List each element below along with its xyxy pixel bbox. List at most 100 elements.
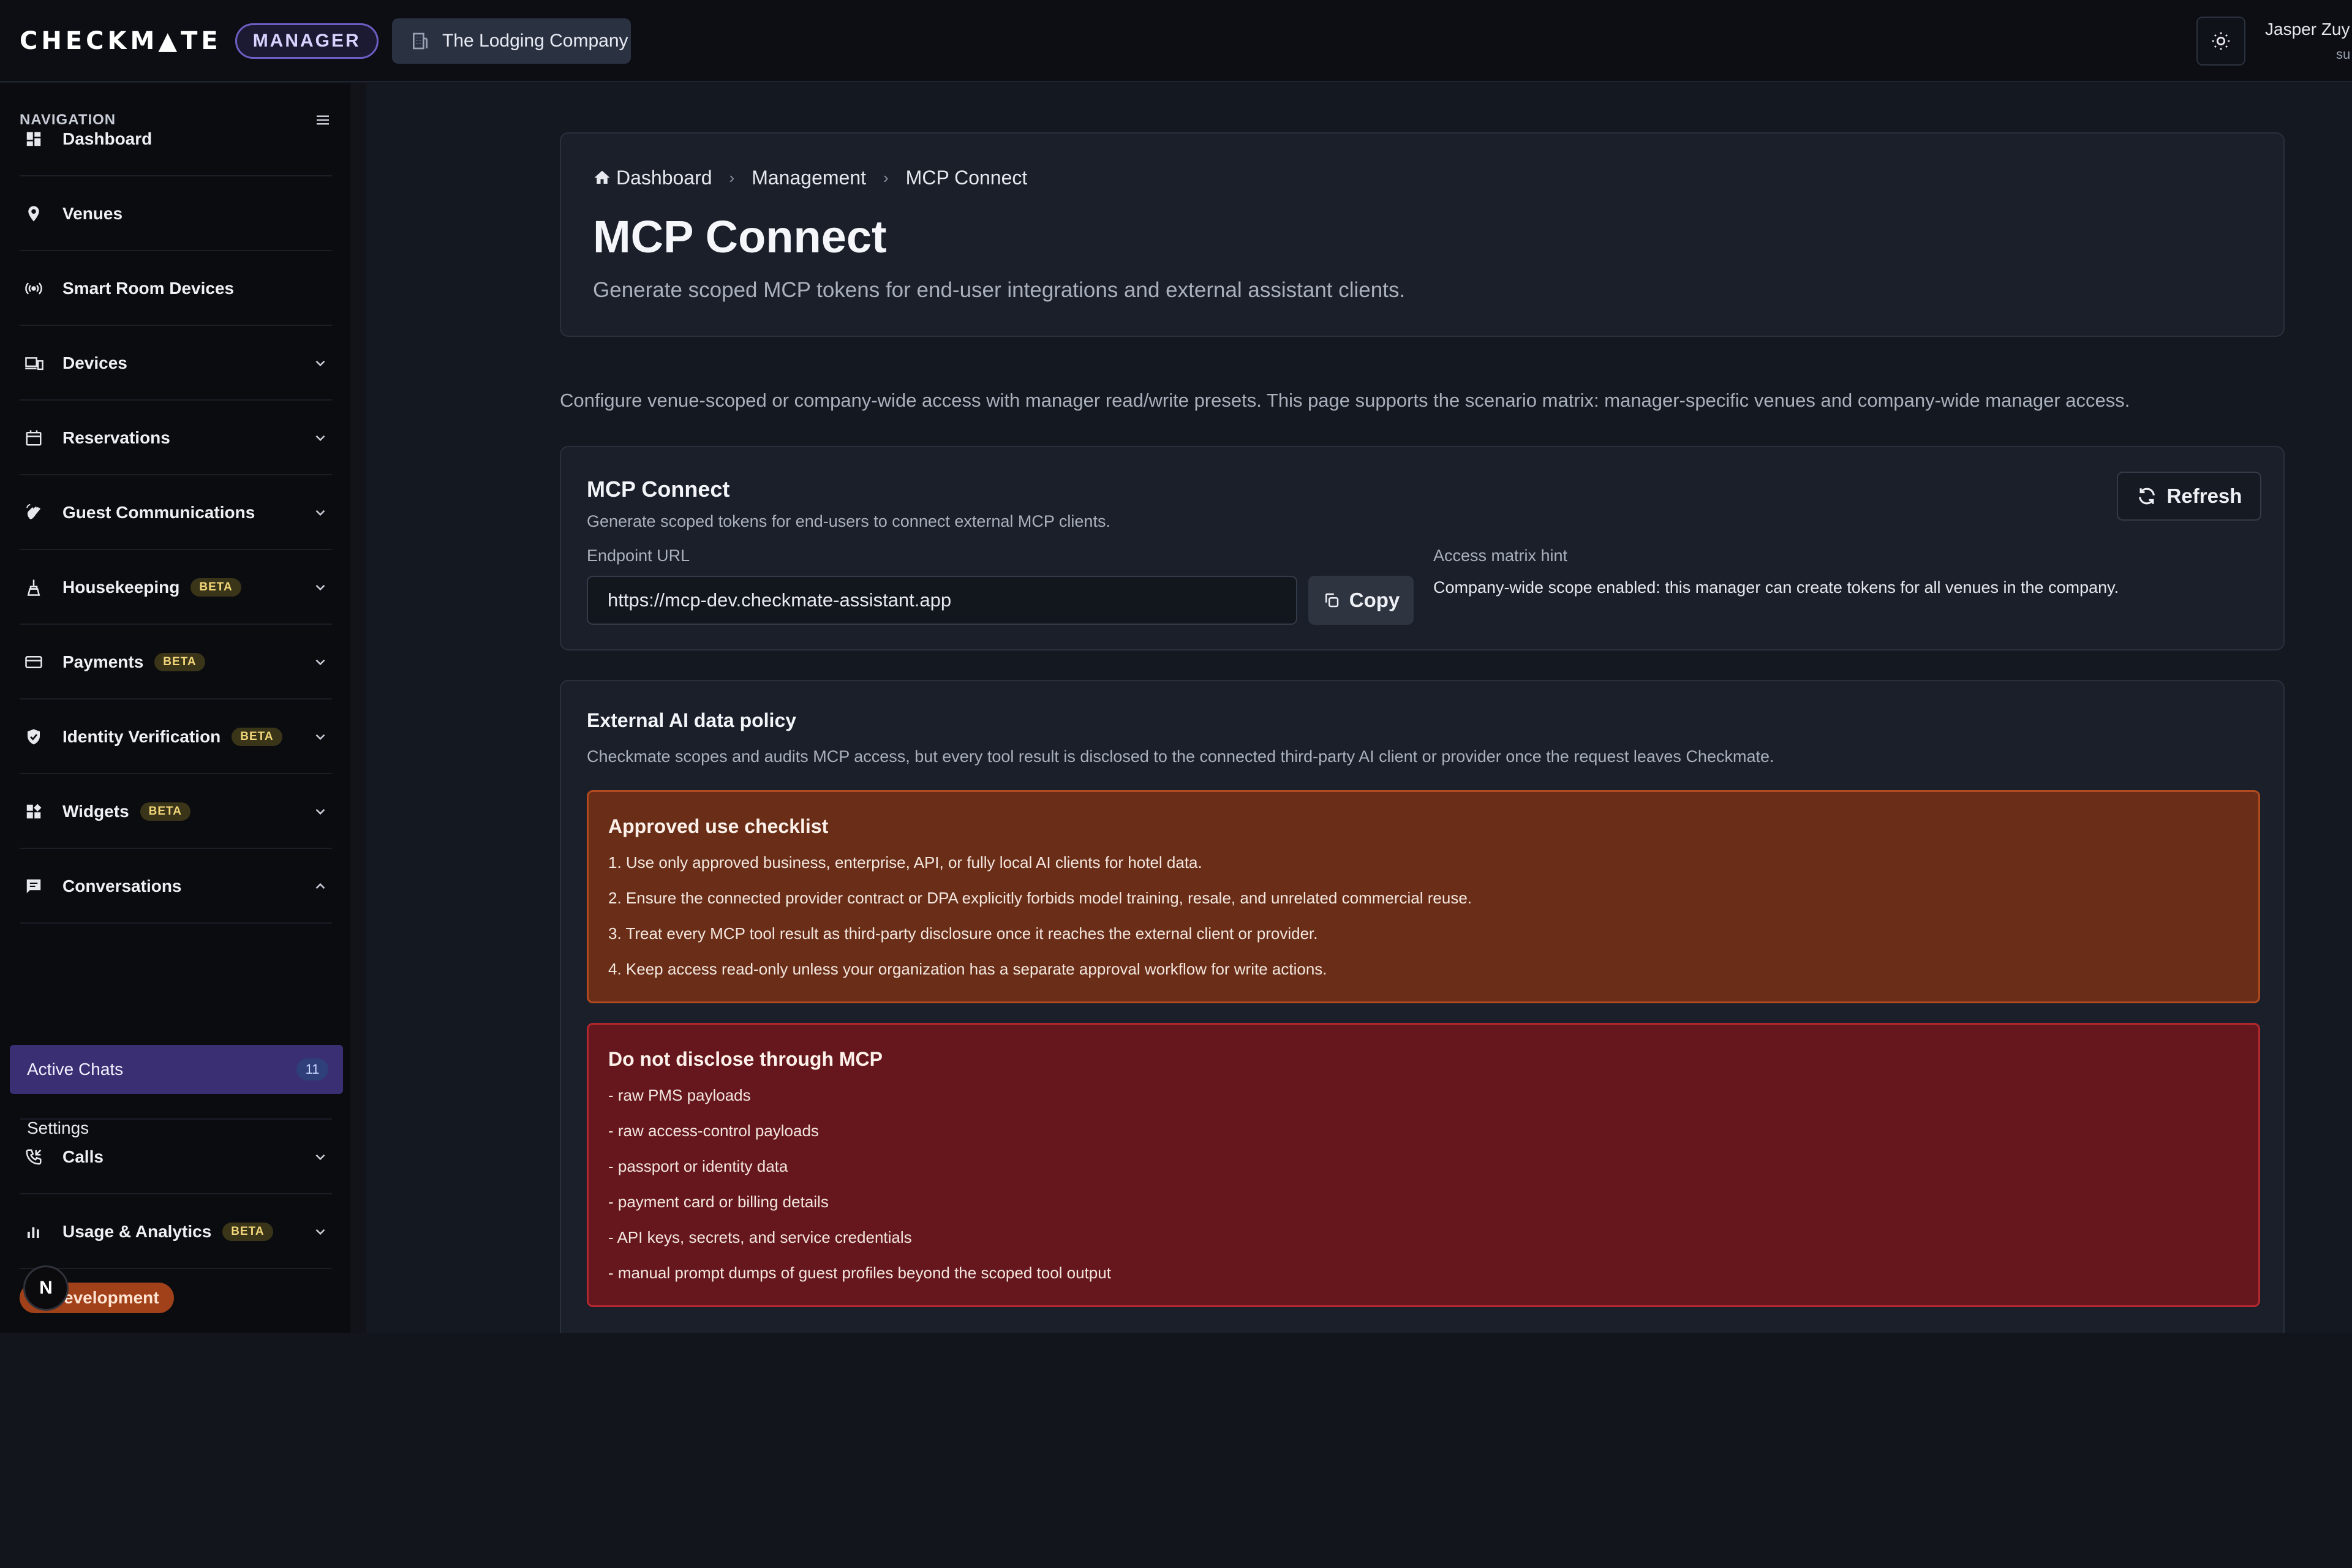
refresh-icon xyxy=(2138,488,2155,505)
refresh-button[interactable]: Refresh xyxy=(2117,472,2261,521)
sidebar-item-conversations[interactable]: Conversations xyxy=(20,850,332,924)
approved-use-checklist: Approved use checklist 1. Use only appro… xyxy=(587,790,2260,1003)
sidebar-scrollbar-track[interactable] xyxy=(350,83,366,1333)
building-icon xyxy=(413,32,428,50)
checklist-item: 3. Treat every MCP tool result as third-… xyxy=(608,924,1318,943)
deny-list-title: Do not disclose through MCP xyxy=(608,1048,883,1070)
sidebar-item-label: Dashboard xyxy=(62,129,153,148)
location-pin-icon xyxy=(20,205,54,223)
wave-hand-icon xyxy=(20,503,54,522)
calendar-icon xyxy=(20,429,54,447)
chevron-down-icon[interactable] xyxy=(312,1224,328,1243)
home-icon xyxy=(594,170,610,184)
credit-card-icon xyxy=(20,653,54,671)
data-policy-card: External AI data policy Checkmate scopes… xyxy=(560,680,2285,1354)
sidebar-item-label: Smart Room Devices xyxy=(62,279,235,298)
page-header-card: Dashboard › Management › MCP Connect MCP… xyxy=(560,132,2285,337)
mcp-connect-card: MCP Connect Generate scoped tokens for e… xyxy=(560,446,2285,650)
chevron-down-icon[interactable] xyxy=(312,505,328,524)
breadcrumb-current: MCP Connect xyxy=(905,166,1028,189)
beta-badge: BETA xyxy=(140,802,190,821)
chat-icon xyxy=(20,877,54,895)
company-switcher-button[interactable]: The Lodging Company xyxy=(392,18,631,64)
beta-badge: BETA xyxy=(232,728,282,746)
broom-icon xyxy=(20,578,54,597)
copy-label: Copy xyxy=(1349,589,1400,611)
beta-badge: BETA xyxy=(154,653,205,671)
beta-badge: BETA xyxy=(190,578,241,597)
checklist-item: 2. Ensure the connected provider contrac… xyxy=(608,889,1472,907)
page-title: MCP Connect xyxy=(593,211,887,262)
sidebar-subitem-label: Settings xyxy=(27,1118,89,1137)
sidebar-item-label: Devices xyxy=(62,353,127,372)
sidebar-item-housekeeping[interactable]: Housekeeping BETA xyxy=(20,551,332,625)
chevron-down-icon[interactable] xyxy=(312,804,328,823)
sidebar-item-usage-and-analytics[interactable]: Usage & Analytics BETA xyxy=(20,1196,332,1269)
breadcrumb: Dashboard › Management › MCP Connect xyxy=(593,165,1027,190)
card-title: MCP Connect xyxy=(587,477,730,502)
sidebar-item-label: Widgets xyxy=(62,802,129,821)
sidebar-item-label: Usage & Analytics xyxy=(62,1222,212,1241)
copy-icon xyxy=(1325,593,1338,608)
sidebar-item-widgets[interactable]: Widgets BETA xyxy=(20,775,332,849)
card-description: Checkmate scopes and audits MCP access, … xyxy=(587,747,1774,766)
devices-icon xyxy=(20,354,54,372)
sidebar-item-payments[interactable]: Payments BETA xyxy=(20,626,332,699)
breadcrumb-dashboard[interactable]: Dashboard xyxy=(616,167,712,189)
brand[interactable]: CHECKM▲TE MANAGER xyxy=(20,23,379,59)
sidebar-subitem-label: Active Chats xyxy=(27,1060,124,1079)
beta-badge: BETA xyxy=(222,1223,273,1241)
top-bar: CHECKM▲TE MANAGER The Lodging Company Ja… xyxy=(0,0,2352,82)
sidebar-item-label: Reservations xyxy=(62,428,170,447)
sidebar-item-label: Venues xyxy=(62,204,123,223)
breadcrumb-management[interactable]: Management xyxy=(752,167,866,189)
viewport-empty-area xyxy=(0,1333,2352,1568)
deny-list-item: - raw PMS payloads xyxy=(608,1086,751,1104)
sidebar-subitem-settings[interactable]: Settings xyxy=(10,1104,343,1153)
sidebar-subitem-active-chats[interactable]: Active Chats 11 xyxy=(10,1045,343,1094)
chevron-up-icon[interactable] xyxy=(312,878,328,897)
chevron-down-icon[interactable] xyxy=(312,579,328,598)
access-hint-text: Company-wide scope enabled: this manager… xyxy=(1433,578,2119,597)
next-dev-indicator-icon[interactable]: N xyxy=(23,1265,69,1311)
deny-list-item: - passport or identity data xyxy=(608,1157,788,1175)
sun-icon xyxy=(2212,32,2230,50)
do-not-disclose-list: Do not disclose through MCP - raw PMS pa… xyxy=(587,1023,2260,1307)
shield-check-icon xyxy=(20,728,54,746)
chevron-down-icon[interactable] xyxy=(312,729,328,748)
chevron-down-icon[interactable] xyxy=(312,430,328,449)
sidebar-item-guest-communications[interactable]: Guest Communications xyxy=(20,477,332,550)
refresh-label: Refresh xyxy=(2166,484,2242,507)
copy-button[interactable]: Copy xyxy=(1308,576,1414,625)
page-subtitle: Generate scoped MCP tokens for end-user … xyxy=(593,278,1406,302)
chevron-right-icon: › xyxy=(883,168,889,187)
sidebar-item-devices[interactable]: Devices xyxy=(20,327,332,401)
deny-list-item: - payment card or billing details xyxy=(608,1193,829,1211)
card-description: Generate scoped tokens for end-users to … xyxy=(587,512,1110,530)
endpoint-url-input[interactable] xyxy=(587,576,1297,625)
deny-list-item: - raw access-control payloads xyxy=(608,1121,819,1140)
sidebar: NAVIGATION Dashboard Venues Smart Room Dev… xyxy=(0,83,366,1333)
sidebar-item-smart-room-devices[interactable]: Smart Room Devices xyxy=(20,252,332,326)
intro-text: Configure venue-scoped or company-wide a… xyxy=(560,390,2130,411)
sidebar-item-label: Conversations xyxy=(62,876,182,895)
deny-list-item: - API keys, secrets, and service credent… xyxy=(608,1228,912,1246)
sidebar-item-label: Identity Verification xyxy=(62,727,221,746)
checklist-item: 4. Keep access read-only unless your org… xyxy=(608,960,1327,978)
user-role: su xyxy=(2336,47,2351,62)
sidebar-item-reservations[interactable]: Reservations xyxy=(20,402,332,475)
analytics-icon xyxy=(20,1223,54,1241)
sidebar-item-label: Payments xyxy=(62,652,144,671)
role-badge: MANAGER xyxy=(235,23,379,59)
theme-toggle-button[interactable] xyxy=(2196,17,2245,66)
endpoint-label: Endpoint URL xyxy=(587,546,690,565)
chevron-down-icon[interactable] xyxy=(312,355,328,374)
access-hint-label: Access matrix hint xyxy=(1433,546,1568,565)
chevron-right-icon: › xyxy=(729,168,735,187)
card-title: External AI data policy xyxy=(587,709,797,731)
sidebar-item-venues[interactable]: Venues xyxy=(20,178,332,251)
sidebar-item-dashboard[interactable]: Dashboard xyxy=(20,103,332,176)
chevron-down-icon[interactable] xyxy=(312,654,328,673)
sidebar-item-identity-verification[interactable]: Identity Verification BETA xyxy=(20,701,332,774)
user-name[interactable]: Jasper Zuy xyxy=(2265,20,2350,39)
